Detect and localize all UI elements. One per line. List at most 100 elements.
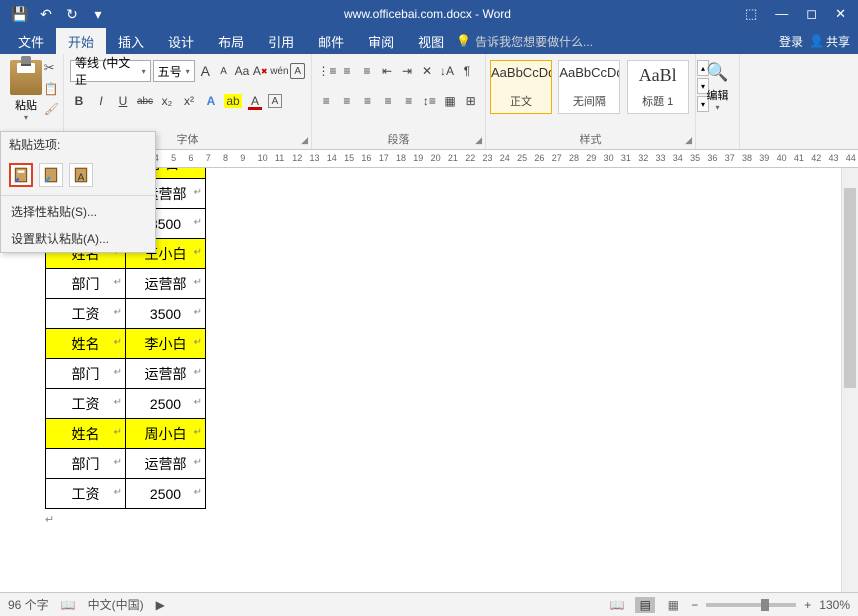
table-cell[interactable]: 姓名↵: [46, 419, 126, 449]
scrollbar-thumb[interactable]: [844, 188, 856, 388]
table-cell[interactable]: 2500↵: [126, 389, 206, 419]
align-right-button[interactable]: ≡: [359, 90, 376, 112]
align-center-button[interactable]: ≡: [339, 90, 356, 112]
ribbon-options-button[interactable]: ⬚: [745, 6, 757, 22]
table-cell[interactable]: 2500↵: [126, 479, 206, 509]
justify-button[interactable]: ≡: [380, 90, 397, 112]
tab-file[interactable]: 文件: [6, 28, 56, 54]
font-dialog-launcher[interactable]: ◢: [301, 135, 308, 146]
paste-special-menuitem[interactable]: 选择性粘贴(S)...: [1, 198, 155, 225]
change-case-button[interactable]: Aa: [234, 60, 250, 82]
table-row[interactable]: 部门↵运营部↵: [46, 269, 206, 299]
table-cell[interactable]: 姓名↵: [46, 329, 126, 359]
table-cell[interactable]: 3500↵: [126, 299, 206, 329]
align-left-button[interactable]: ≡: [318, 90, 335, 112]
line-spacing-button[interactable]: ↕≡: [421, 90, 438, 112]
paragraph-dialog-launcher[interactable]: ◢: [475, 135, 482, 146]
superscript-button[interactable]: x²: [180, 90, 198, 112]
table-cell[interactable]: 部门↵: [46, 269, 126, 299]
shrink-font-button[interactable]: A: [215, 60, 231, 82]
borders-button[interactable]: ⊞: [462, 90, 479, 112]
zoom-out-button[interactable]: −: [691, 598, 698, 612]
set-default-paste-menuitem[interactable]: 设置默认粘贴(A)...: [1, 225, 155, 252]
asian-layout-button[interactable]: ✕: [418, 60, 436, 82]
table-row[interactable]: 工资↵3500↵: [46, 299, 206, 329]
multilevel-button[interactable]: ≡: [358, 60, 376, 82]
bullets-button[interactable]: ⋮≡: [318, 60, 336, 82]
char-shading-button[interactable]: A: [268, 94, 282, 108]
numbering-button[interactable]: ≡: [338, 60, 356, 82]
share-button[interactable]: 👤 共享: [809, 33, 850, 50]
word-count[interactable]: 96 个字: [8, 596, 49, 613]
tab-layout[interactable]: 布局: [206, 28, 256, 54]
macro-icon[interactable]: ▶: [156, 598, 165, 612]
proofing-icon[interactable]: 📖: [61, 598, 76, 612]
enclose-char-button[interactable]: A: [290, 63, 305, 79]
maximize-button[interactable]: ◻: [806, 6, 817, 22]
login-link[interactable]: 登录: [779, 33, 803, 50]
bold-button[interactable]: B: [70, 90, 88, 112]
table-row[interactable]: 姓名↵周小白↵: [46, 419, 206, 449]
font-size-combo[interactable]: 五号▾: [153, 60, 196, 82]
indent-left-button[interactable]: ⇤: [378, 60, 396, 82]
tab-insert[interactable]: 插入: [106, 28, 156, 54]
cut-button[interactable]: ✂: [44, 60, 59, 76]
grow-font-button[interactable]: A: [197, 60, 213, 82]
tab-mailings[interactable]: 邮件: [306, 28, 356, 54]
distribute-button[interactable]: ≡: [401, 90, 418, 112]
subscript-button[interactable]: x₂: [158, 90, 176, 112]
tab-home[interactable]: 开始: [56, 28, 106, 54]
format-painter-button[interactable]: 🖌: [44, 102, 59, 116]
table-row[interactable]: 工资↵2500↵: [46, 389, 206, 419]
tab-view[interactable]: 视图: [406, 28, 456, 54]
clear-format-button[interactable]: A✖: [252, 60, 268, 82]
table-cell[interactable]: 部门↵: [46, 449, 126, 479]
read-mode-button[interactable]: 📖: [607, 597, 627, 613]
close-button[interactable]: ✕: [835, 6, 846, 22]
tell-me-search[interactable]: 💡 告诉我您想要做什么...: [456, 33, 593, 50]
table-row[interactable]: 工资↵2500↵: [46, 479, 206, 509]
copy-button[interactable]: 📋: [44, 82, 59, 96]
table-row[interactable]: 部门↵运营部↵: [46, 359, 206, 389]
minimize-button[interactable]: —: [775, 6, 788, 22]
paste-merge-button[interactable]: [39, 163, 63, 187]
table-row[interactable]: 姓名↵李小白↵: [46, 329, 206, 359]
table-cell[interactable]: 运营部↵: [126, 359, 206, 389]
styles-dialog-launcher[interactable]: ◢: [685, 135, 692, 146]
table-cell[interactable]: 部门↵: [46, 359, 126, 389]
tab-review[interactable]: 审阅: [356, 28, 406, 54]
indent-right-button[interactable]: ⇥: [398, 60, 416, 82]
font-name-combo[interactable]: 等线 (中文正▾: [70, 60, 151, 82]
print-layout-button[interactable]: ▤: [635, 597, 655, 613]
italic-button[interactable]: I: [92, 90, 110, 112]
underline-button[interactable]: U: [114, 90, 132, 112]
zoom-in-button[interactable]: +: [804, 598, 811, 612]
table-cell[interactable]: 运营部↵: [126, 449, 206, 479]
qat-more-button[interactable]: ▾: [86, 2, 110, 26]
table-cell[interactable]: 工资↵: [46, 299, 126, 329]
save-button[interactable]: 💾: [8, 2, 32, 26]
table-row[interactable]: 部门↵运营部↵: [46, 449, 206, 479]
redo-button[interactable]: ↻: [60, 2, 84, 26]
table-cell[interactable]: 李小白↵: [126, 329, 206, 359]
highlight-button[interactable]: ab: [224, 90, 242, 112]
table-cell[interactable]: 工资↵: [46, 479, 126, 509]
phonetic-guide-button[interactable]: wén: [270, 60, 288, 82]
paste-button[interactable]: 粘贴 ▾: [6, 60, 46, 122]
tab-references[interactable]: 引用: [256, 28, 306, 54]
undo-button[interactable]: ↶: [34, 2, 58, 26]
font-color-button[interactable]: A: [246, 90, 264, 112]
style-normal[interactable]: AaBbCcDd 正文: [490, 60, 552, 114]
tab-design[interactable]: 设计: [156, 28, 206, 54]
style-nospacing[interactable]: AaBbCcDd 无间隔: [558, 60, 620, 114]
table-cell[interactable]: 运营部↵: [126, 269, 206, 299]
style-heading1[interactable]: AaBl 标题 1: [627, 60, 689, 114]
table-cell[interactable]: 周小白↵: [126, 419, 206, 449]
web-layout-button[interactable]: ▦: [663, 597, 683, 613]
find-button[interactable]: 🔍: [702, 62, 733, 83]
zoom-slider[interactable]: [706, 603, 796, 607]
sort-button[interactable]: ↓A: [438, 60, 456, 82]
zoom-level[interactable]: 130%: [819, 598, 850, 612]
table-cell[interactable]: 工资↵: [46, 389, 126, 419]
vertical-scrollbar[interactable]: [841, 168, 858, 592]
